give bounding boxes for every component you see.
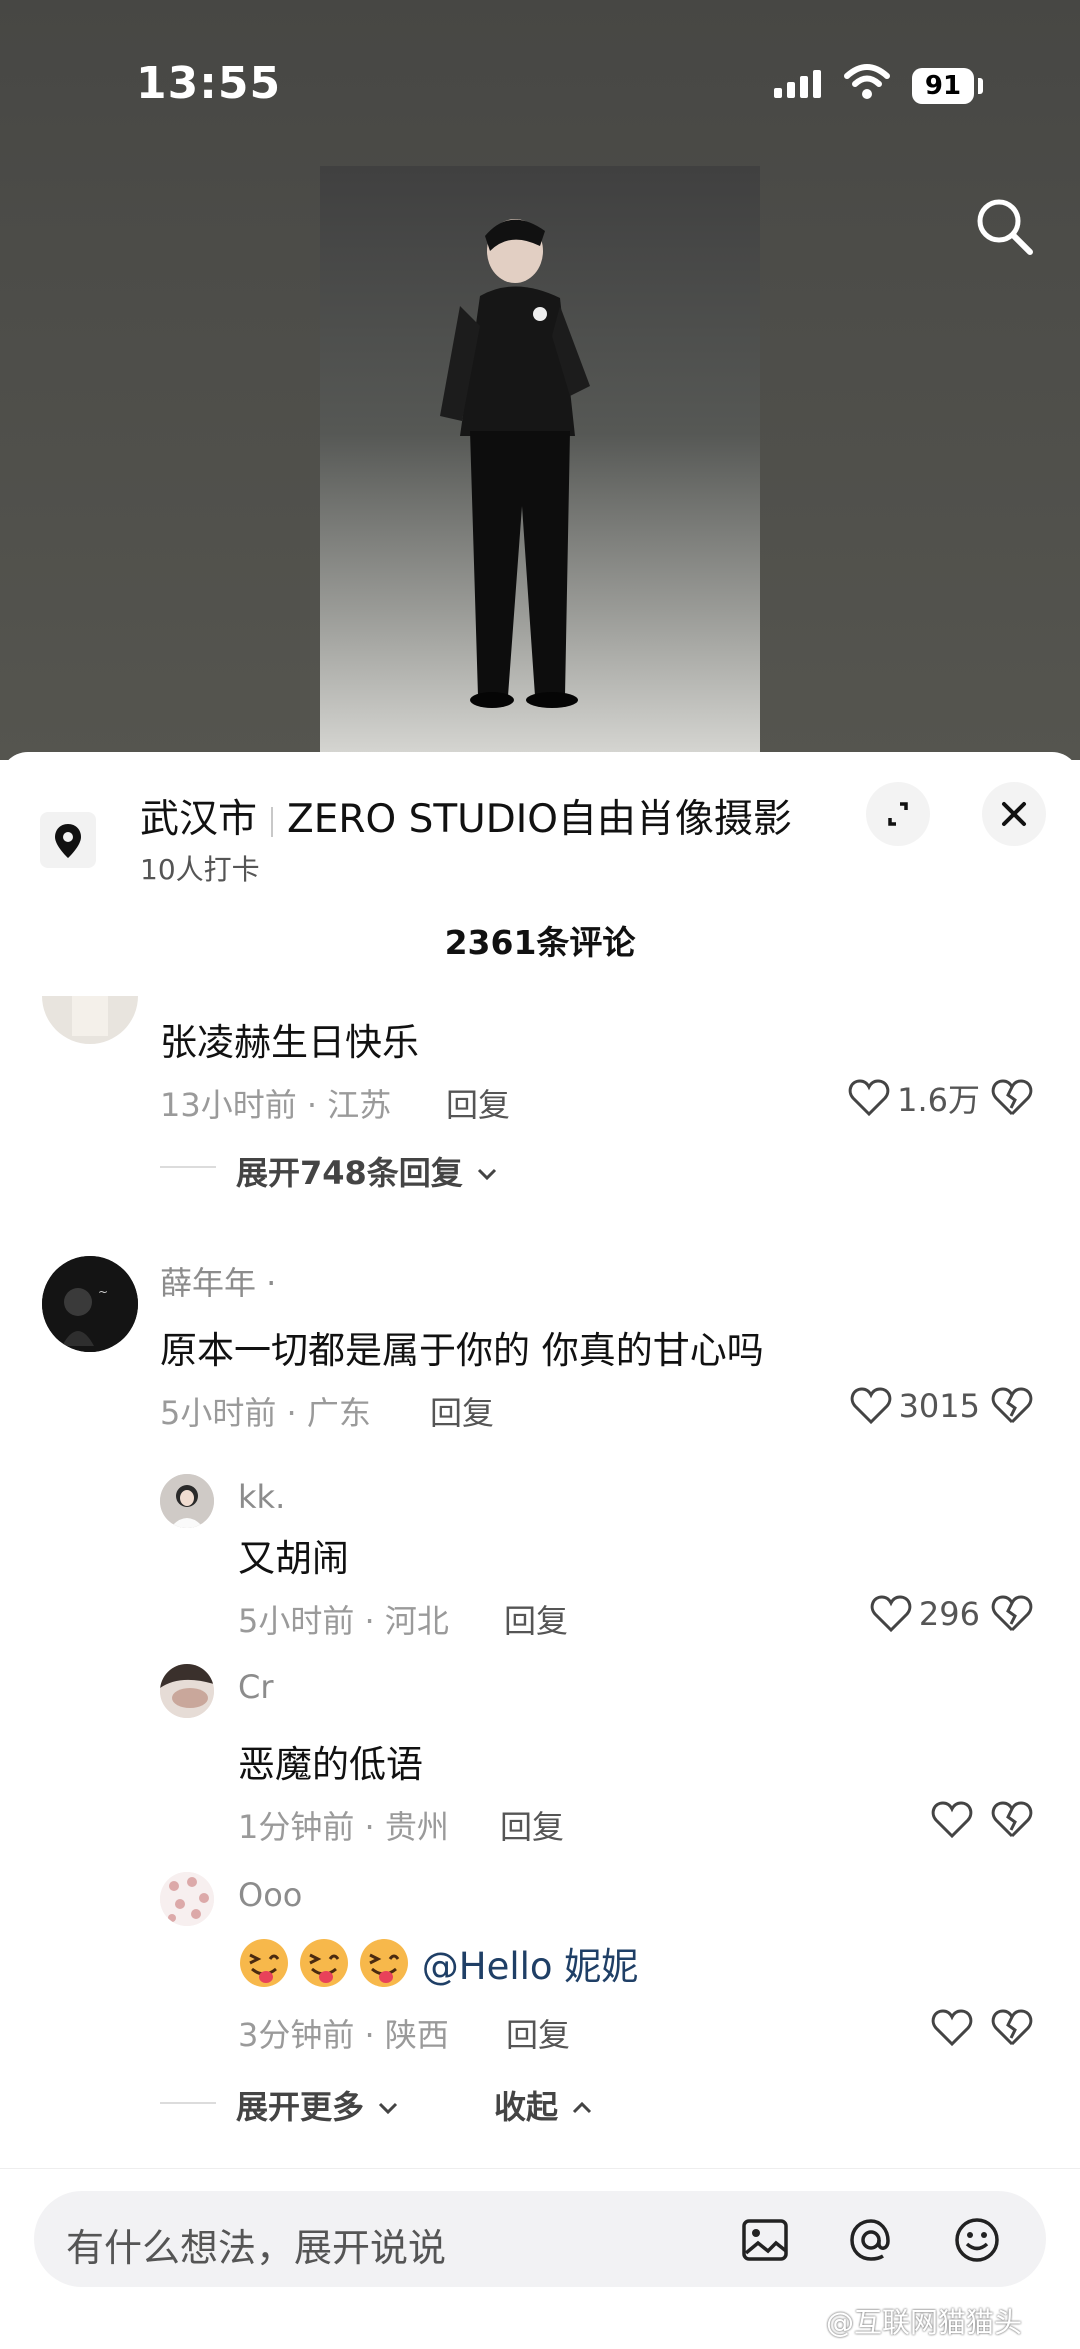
- like-count: 1.6万: [897, 1081, 980, 1119]
- broken-heart-icon[interactable]: [990, 1798, 1034, 1842]
- location-pin-icon: [40, 812, 96, 868]
- expand-more-button[interactable]: 展开更多: [236, 2082, 401, 2128]
- watermark: @互联网猫猫头: [826, 2306, 1023, 2339]
- status-time: 13:55: [136, 58, 282, 109]
- like-button[interactable]: 296: [869, 1592, 980, 1636]
- image-icon[interactable]: [740, 2215, 790, 2265]
- commenter-name[interactable]: kk.: [238, 1478, 285, 1516]
- expand-button[interactable]: [866, 782, 930, 846]
- comment-text: 原本一切都是属于你的 你真的甘心吗: [160, 1329, 764, 1372]
- comment-time-place: 1分钟前 · 贵州: [238, 1808, 449, 1846]
- reply-button[interactable]: 回复: [430, 1388, 494, 1434]
- comment-content: @Hello 妮妮: [238, 1936, 638, 1990]
- emoji-icon[interactable]: [952, 2215, 1002, 2265]
- comment-text: 张凌赫生日快乐: [160, 1021, 419, 1064]
- expand-replies-label: 展开748条回复: [236, 1154, 463, 1192]
- expand-replies-button[interactable]: 展开748条回复: [236, 1148, 500, 1194]
- chevron-down-icon: [477, 1168, 497, 1181]
- location-title[interactable]: 武汉市 ZERO STUDIO自由肖像摄影: [140, 788, 792, 844]
- signal-icon: [774, 70, 826, 98]
- location-city: 武汉市: [140, 797, 258, 842]
- photo-background: 13:55 91: [0, 0, 1080, 760]
- status-bar: 13:55 91: [0, 0, 1080, 140]
- avatar[interactable]: [42, 996, 138, 1044]
- comment-time-place: 5小时前 · 河北: [238, 1602, 449, 1640]
- divider: [160, 2102, 216, 2104]
- comment-time-place: 5小时前 · 广东: [160, 1394, 371, 1432]
- comments-sheet: 武汉市 ZERO STUDIO自由肖像摄影 10人打卡 2361条评论 张凌赫生日…: [0, 752, 1080, 2349]
- reply-button[interactable]: 回复: [506, 2010, 570, 2056]
- chevron-down-icon: [379, 2102, 398, 2115]
- avatar[interactable]: [160, 1474, 214, 1528]
- post-photo[interactable]: [320, 166, 760, 760]
- comment-input-placeholder: 有什么想法，展开说说: [66, 2226, 447, 2270]
- tongue-wink-emoji-icon: [300, 1939, 348, 1987]
- comment-text: 又胡闹: [238, 1537, 349, 1580]
- person-figure: [440, 219, 590, 708]
- battery-level: 91: [912, 68, 974, 104]
- commenter-name[interactable]: 薛年年 ·: [160, 1258, 276, 1304]
- broken-heart-icon[interactable]: [990, 2006, 1034, 2050]
- reply-button[interactable]: 回复: [446, 1080, 510, 1126]
- broken-heart-icon[interactable]: [990, 1384, 1034, 1428]
- like-button[interactable]: 1.6万: [847, 1076, 980, 1120]
- heart-icon: [848, 1079, 890, 1117]
- close-icon: [1002, 802, 1026, 826]
- search-icon[interactable]: [970, 192, 1040, 262]
- avatar[interactable]: ~: [42, 1256, 138, 1352]
- reply-button[interactable]: 回复: [500, 1802, 564, 1848]
- broken-heart-icon[interactable]: [990, 1076, 1034, 1120]
- emoji-group: [238, 1937, 410, 1989]
- like-count: 3015: [898, 1387, 980, 1425]
- tongue-wink-emoji-icon: [360, 1939, 408, 1987]
- comment-count: 2361条评论: [444, 923, 636, 962]
- divider: [160, 1166, 216, 1168]
- broken-heart-icon[interactable]: [990, 1592, 1034, 1636]
- comment-time-place: 3分钟前 · 陕西: [238, 2016, 449, 2054]
- comment-text: 恶魔的低语: [238, 1743, 423, 1786]
- like-button[interactable]: 3015: [849, 1384, 980, 1428]
- like-button[interactable]: [930, 1798, 980, 1842]
- close-button[interactable]: [982, 782, 1046, 846]
- tongue-wink-emoji-icon: [240, 1939, 288, 1987]
- svg-text:~: ~: [98, 1285, 108, 1299]
- comment-time-place: 13小时前 · 江苏: [160, 1086, 392, 1124]
- heart-icon: [850, 1387, 891, 1425]
- comment-input[interactable]: 有什么想法，展开说说: [34, 2191, 1046, 2287]
- commenter-name[interactable]: Ooo: [238, 1876, 302, 1914]
- mention-link[interactable]: @Hello 妮妮: [422, 1945, 639, 1988]
- location-separator: [271, 806, 274, 837]
- at-icon[interactable]: [846, 2215, 896, 2265]
- collapse-button[interactable]: 收起: [494, 2082, 595, 2128]
- wifi-icon: [844, 64, 890, 99]
- expand-icon: [888, 802, 908, 826]
- reply-button[interactable]: 回复: [504, 1596, 568, 1642]
- commenter-name[interactable]: Cr: [238, 1668, 274, 1706]
- location-name: ZERO STUDIO自由肖像摄影: [287, 797, 792, 842]
- like-button[interactable]: [930, 2006, 980, 2050]
- avatar[interactable]: [160, 1872, 214, 1926]
- comment-input-area: 有什么想法，展开说说 @互联网猫猫头: [0, 2168, 1080, 2349]
- heart-icon: [870, 1595, 912, 1633]
- checkin-count: 10人打卡: [140, 853, 260, 886]
- expand-more-label: 展开更多: [236, 2088, 365, 2126]
- heart-icon: [931, 2009, 973, 2047]
- battery-icon: [978, 78, 983, 94]
- avatar[interactable]: [160, 1664, 214, 1718]
- like-count: 296: [918, 1595, 980, 1633]
- chevron-up-icon: [573, 2101, 592, 2114]
- heart-icon: [931, 1801, 973, 1839]
- collapse-label: 收起: [494, 2088, 559, 2126]
